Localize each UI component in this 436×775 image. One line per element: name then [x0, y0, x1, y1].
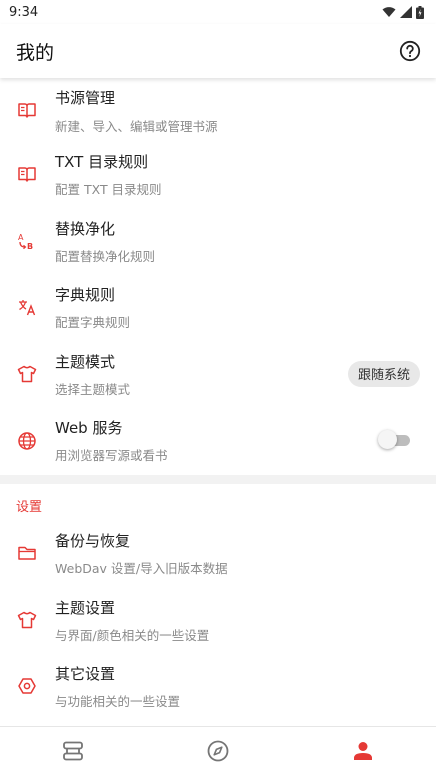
menu-item-subtitle: 与功能相关的一些设置: [55, 694, 181, 709]
book-icon: [17, 100, 37, 120]
bottom-navigation: [0, 726, 436, 775]
menu-item-subtitle: WebDav 设置/导入旧版本数据: [55, 561, 228, 576]
nav-item-bookshelf[interactable]: [43, 731, 103, 771]
svg-text:B: B: [27, 242, 33, 251]
battery-icon: [416, 5, 424, 19]
menu-item-replace-rule[interactable]: A B 替换净化 配置替换净化规则: [0, 208, 436, 275]
nav-item-my[interactable]: [333, 731, 393, 771]
status-icons: [382, 5, 424, 19]
menu-item-title: 替换净化: [55, 219, 116, 238]
person-icon: [354, 742, 373, 760]
svg-text:A: A: [18, 233, 24, 242]
menu-item-theme-settings[interactable]: 主题设置 与界面/颜色相关的一些设置: [0, 587, 436, 654]
compass-icon: [207, 740, 229, 762]
menu-item-title: 字典规则: [55, 286, 116, 304]
menu-item-web-service[interactable]: Web 服务 用浏览器写源或看书: [0, 407, 436, 475]
nav-item-discover[interactable]: [188, 731, 248, 771]
menu-item-subtitle: 用浏览器写源或看书: [55, 448, 168, 463]
theme-mode-value-chip[interactable]: 跟随系统: [347, 360, 420, 387]
folder-icon: [17, 543, 37, 563]
page-title: 我的: [16, 41, 55, 64]
web-service-toggle[interactable]: [378, 430, 410, 450]
section-divider: [0, 475, 436, 484]
toggle-thumb: [378, 430, 397, 449]
wifi-icon: [382, 7, 396, 17]
settings-icon: [17, 676, 37, 696]
book-icon: [17, 164, 37, 184]
menu-item-title: Web 服务: [55, 419, 123, 437]
translate-icon: [17, 297, 37, 317]
menu-item-title: 备份与恢复: [55, 532, 131, 550]
menu-item-subtitle: 配置 TXT 目录规则: [55, 182, 162, 197]
app-bar: 我的: [0, 24, 436, 78]
help-button[interactable]: [398, 39, 422, 63]
signal-icon: [400, 6, 412, 18]
menu-item-title: 其它设置: [55, 665, 116, 683]
menu-item-title: 主题设置: [55, 598, 116, 617]
menu-item-subtitle: 配置字典规则: [55, 315, 131, 330]
menu-item-subtitle: 选择主题模式: [55, 381, 131, 397]
status-bar: 9:34: [0, 0, 436, 24]
menu-item-title: 书源管理: [55, 89, 116, 107]
menu-item-book-source[interactable]: 书源管理 新建、导入、编辑或管理书源: [0, 78, 436, 141]
section-header-settings: 设置: [16, 499, 43, 515]
menu-item-subtitle: 与界面/颜色相关的一些设置: [55, 627, 210, 643]
menu-item-title: 主题模式: [55, 352, 116, 371]
bookshelf-icon: [62, 741, 83, 761]
menu-item-title: TXT 目录规则: [55, 153, 149, 171]
menu-item-backup-restore[interactable]: 备份与恢复 WebDav 设置/导入旧版本数据: [0, 520, 436, 587]
globe-icon: [17, 431, 37, 451]
menu-item-other-settings[interactable]: 其它设置 与功能相关的一些设置: [0, 653, 436, 720]
shirt-icon: [17, 364, 37, 384]
menu-item-dict-rule[interactable]: 字典规则 配置字典规则: [0, 274, 436, 341]
shirt-icon: [17, 610, 37, 630]
menu-item-txt-toc-rule[interactable]: TXT 目录规则 配置 TXT 目录规则: [0, 141, 436, 208]
help-icon: [399, 40, 421, 62]
menu-item-subtitle: 新建、导入、编辑或管理书源: [55, 119, 218, 134]
replace-icon: A B: [17, 231, 37, 251]
status-time: 9:34: [9, 4, 39, 20]
content-list: 书源管理 新建、导入、编辑或管理书源 TXT 目录规则 配置 TXT 目录规则 …: [0, 78, 436, 726]
menu-item-theme-mode[interactable]: 主题模式 选择主题模式 跟随系统: [0, 341, 436, 408]
menu-item-subtitle: 配置替换净化规则: [55, 248, 156, 264]
